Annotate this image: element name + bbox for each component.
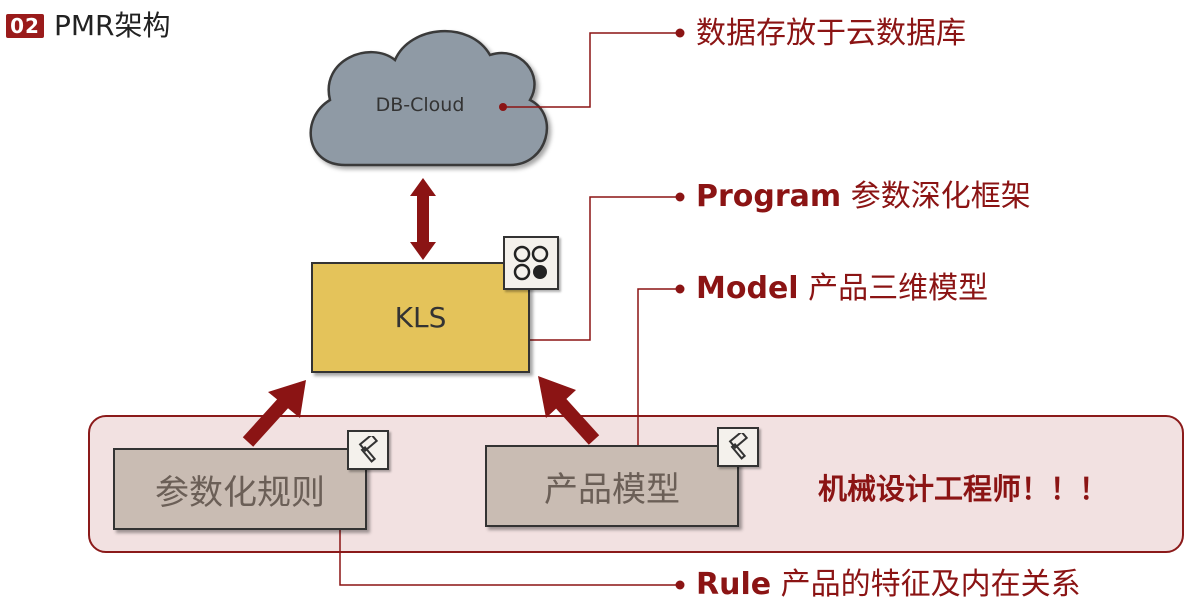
parametric-rule-label: 参数化规则 <box>155 472 325 513</box>
program-callout-text: 参数深化框架 <box>850 179 1031 214</box>
mechanical-engineer-label: 机械设计工程师！！！ <box>818 472 1109 506</box>
cloud-kls-double-arrow <box>410 178 436 260</box>
kls-label: KLS <box>394 301 447 334</box>
cloud-callout: 数据存放于云数据库 <box>696 16 966 52</box>
hammer-icon <box>347 430 389 470</box>
model-callout-text: 产品三维模型 <box>808 271 989 306</box>
four-circles-icon <box>503 236 559 290</box>
model-callout-line <box>637 288 680 452</box>
kls-box: KLS <box>311 262 530 373</box>
product-model-label: 产品模型 <box>544 469 680 510</box>
model-callout: Model 产品三维模型 <box>696 271 988 307</box>
rule-callout-keyword: Rule <box>696 567 772 602</box>
model-callout-keyword: Model <box>696 271 799 306</box>
rule-callout-line <box>339 520 680 586</box>
program-callout-keyword: Program <box>696 179 842 214</box>
rule-callout-text: 产品的特征及内在关系 <box>780 567 1081 602</box>
cloud-callout-text: 数据存放于云数据库 <box>696 16 966 51</box>
hammer-icon <box>717 427 759 467</box>
model-to-kls-arrow <box>538 376 600 445</box>
cloud-label: DB-Cloud <box>375 94 465 116</box>
program-callout: Program 参数深化框架 <box>696 179 1031 215</box>
parametric-rule-box: 参数化规则 <box>113 448 367 530</box>
rule-callout: Rule 产品的特征及内在关系 <box>696 567 1081 603</box>
product-model-box: 产品模型 <box>485 445 739 527</box>
rule-to-kls-arrow <box>242 380 306 447</box>
